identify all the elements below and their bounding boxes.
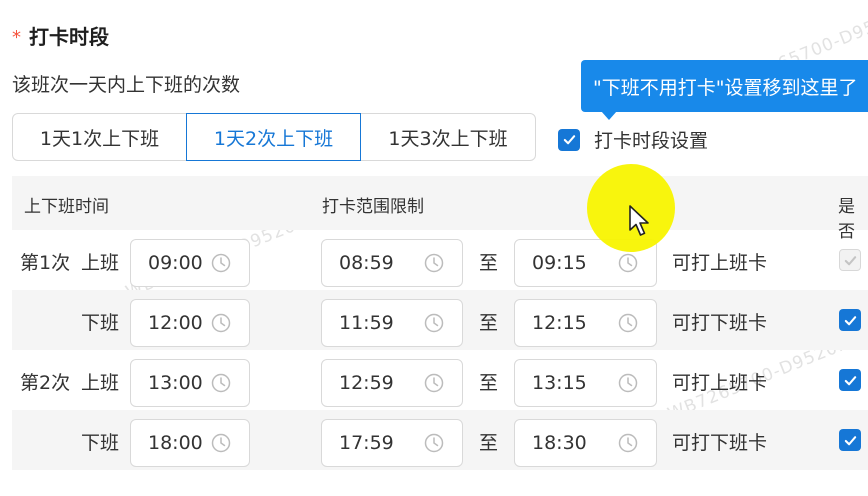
clock-icon <box>618 373 638 393</box>
range-start-value: 12:59 <box>339 372 394 394</box>
required-checkbox[interactable] <box>839 309 861 331</box>
frequency-option-1[interactable]: 1天1次上下班 <box>12 113 187 161</box>
range-to-label: 至 <box>479 312 499 334</box>
work-time-input[interactable]: 18:00 <box>130 419 250 467</box>
range-end-value: 13:15 <box>532 372 587 394</box>
period-setting-checkbox[interactable] <box>558 128 580 151</box>
work-time-value: 18:00 <box>148 432 203 454</box>
frequency-option-3[interactable]: 1天3次上下班 <box>360 113 536 161</box>
table-row: 第2次 上班 13:00 12:59 至 13:15 可打上班卡 <box>12 350 868 410</box>
work-time-value: 09:00 <box>148 252 203 274</box>
tooltip: "下班不用打卡"设置移到这里了 <box>581 60 868 112</box>
clock-icon <box>211 253 231 273</box>
clock-icon <box>424 253 444 273</box>
check-icon <box>844 315 856 325</box>
frequency-subtitle: 该班次一天内上下班的次数 <box>12 74 241 96</box>
required-mark: * <box>12 26 21 48</box>
required-checkbox-disabled <box>839 249 861 271</box>
range-start-input[interactable]: 08:59 <box>321 239 463 287</box>
section-title-text: 打卡时段 <box>29 24 109 49</box>
clock-icon <box>618 313 638 333</box>
can-punch-label: 可打上班卡 <box>672 252 768 274</box>
check-icon <box>844 255 856 265</box>
row-group: 第2次 <box>20 372 71 394</box>
work-time-value: 13:00 <box>148 372 203 394</box>
required-checkbox[interactable] <box>839 429 861 451</box>
work-time-value: 12:00 <box>148 312 203 334</box>
range-end-value: 12:15 <box>532 312 587 334</box>
punch-period-table: 上下班时间 打卡范围限制 是否 第1次 上班 09:00 08:59 至 09:… <box>12 176 868 470</box>
range-start-input[interactable]: 11:59 <box>321 299 463 347</box>
period-setting-label: 打卡时段设置 <box>594 130 709 152</box>
range-start-value: 08:59 <box>339 252 394 274</box>
range-end-value: 09:15 <box>532 252 587 274</box>
row-kind: 上班 <box>81 372 120 394</box>
work-time-input[interactable]: 09:00 <box>130 239 250 287</box>
clock-icon <box>618 253 638 273</box>
clock-icon <box>424 313 444 333</box>
required-checkbox[interactable] <box>839 369 861 391</box>
clock-icon <box>211 313 231 333</box>
clock-icon <box>424 373 444 393</box>
work-time-input[interactable]: 12:00 <box>130 299 250 347</box>
work-time-input[interactable]: 13:00 <box>130 359 250 407</box>
range-to-label: 至 <box>479 432 499 454</box>
range-start-value: 17:59 <box>339 432 394 454</box>
range-start-input[interactable]: 12:59 <box>321 359 463 407</box>
can-punch-label: 可打下班卡 <box>672 432 768 454</box>
range-to-label: 至 <box>479 372 499 394</box>
clock-icon <box>618 433 638 453</box>
row-kind: 下班 <box>81 432 120 454</box>
check-icon <box>844 375 856 385</box>
table-row: 下班 12:00 11:59 至 12:15 可打下班卡 <box>12 290 868 350</box>
section-title: * 打卡时段 <box>12 22 109 49</box>
header-time: 上下班时间 <box>24 197 109 217</box>
range-to-label: 至 <box>479 252 499 274</box>
table-row: 第1次 上班 09:00 08:59 至 09:15 可打上班卡 <box>12 230 868 290</box>
tooltip-arrow <box>601 111 617 120</box>
range-start-value: 11:59 <box>339 312 394 334</box>
range-end-value: 18:30 <box>532 432 587 454</box>
row-kind: 上班 <box>81 252 120 274</box>
frequency-option-2[interactable]: 1天2次上下班 <box>186 113 361 161</box>
row-kind: 下班 <box>81 312 120 334</box>
period-setting[interactable]: 打卡时段设置 <box>558 126 708 153</box>
check-icon <box>844 435 856 445</box>
check-icon <box>563 135 575 145</box>
clock-icon <box>211 373 231 393</box>
range-end-input[interactable]: 18:30 <box>514 419 657 467</box>
row-group: 第1次 <box>20 252 71 274</box>
range-start-input[interactable]: 17:59 <box>321 419 463 467</box>
clock-icon <box>211 433 231 453</box>
mouse-pointer-icon <box>629 205 649 236</box>
can-punch-label: 可打上班卡 <box>672 372 768 394</box>
clock-icon <box>424 433 444 453</box>
range-end-input[interactable]: 12:15 <box>514 299 657 347</box>
frequency-segmented-control: 1天1次上下班 1天2次上下班 1天3次上下班 <box>12 113 536 161</box>
table-row: 下班 18:00 17:59 至 18:30 可打下班卡 <box>12 410 868 470</box>
table-header: 上下班时间 打卡范围限制 是否 <box>12 176 868 242</box>
range-end-input[interactable]: 13:15 <box>514 359 657 407</box>
can-punch-label: 可打下班卡 <box>672 312 768 334</box>
header-range: 打卡范围限制 <box>322 197 424 217</box>
